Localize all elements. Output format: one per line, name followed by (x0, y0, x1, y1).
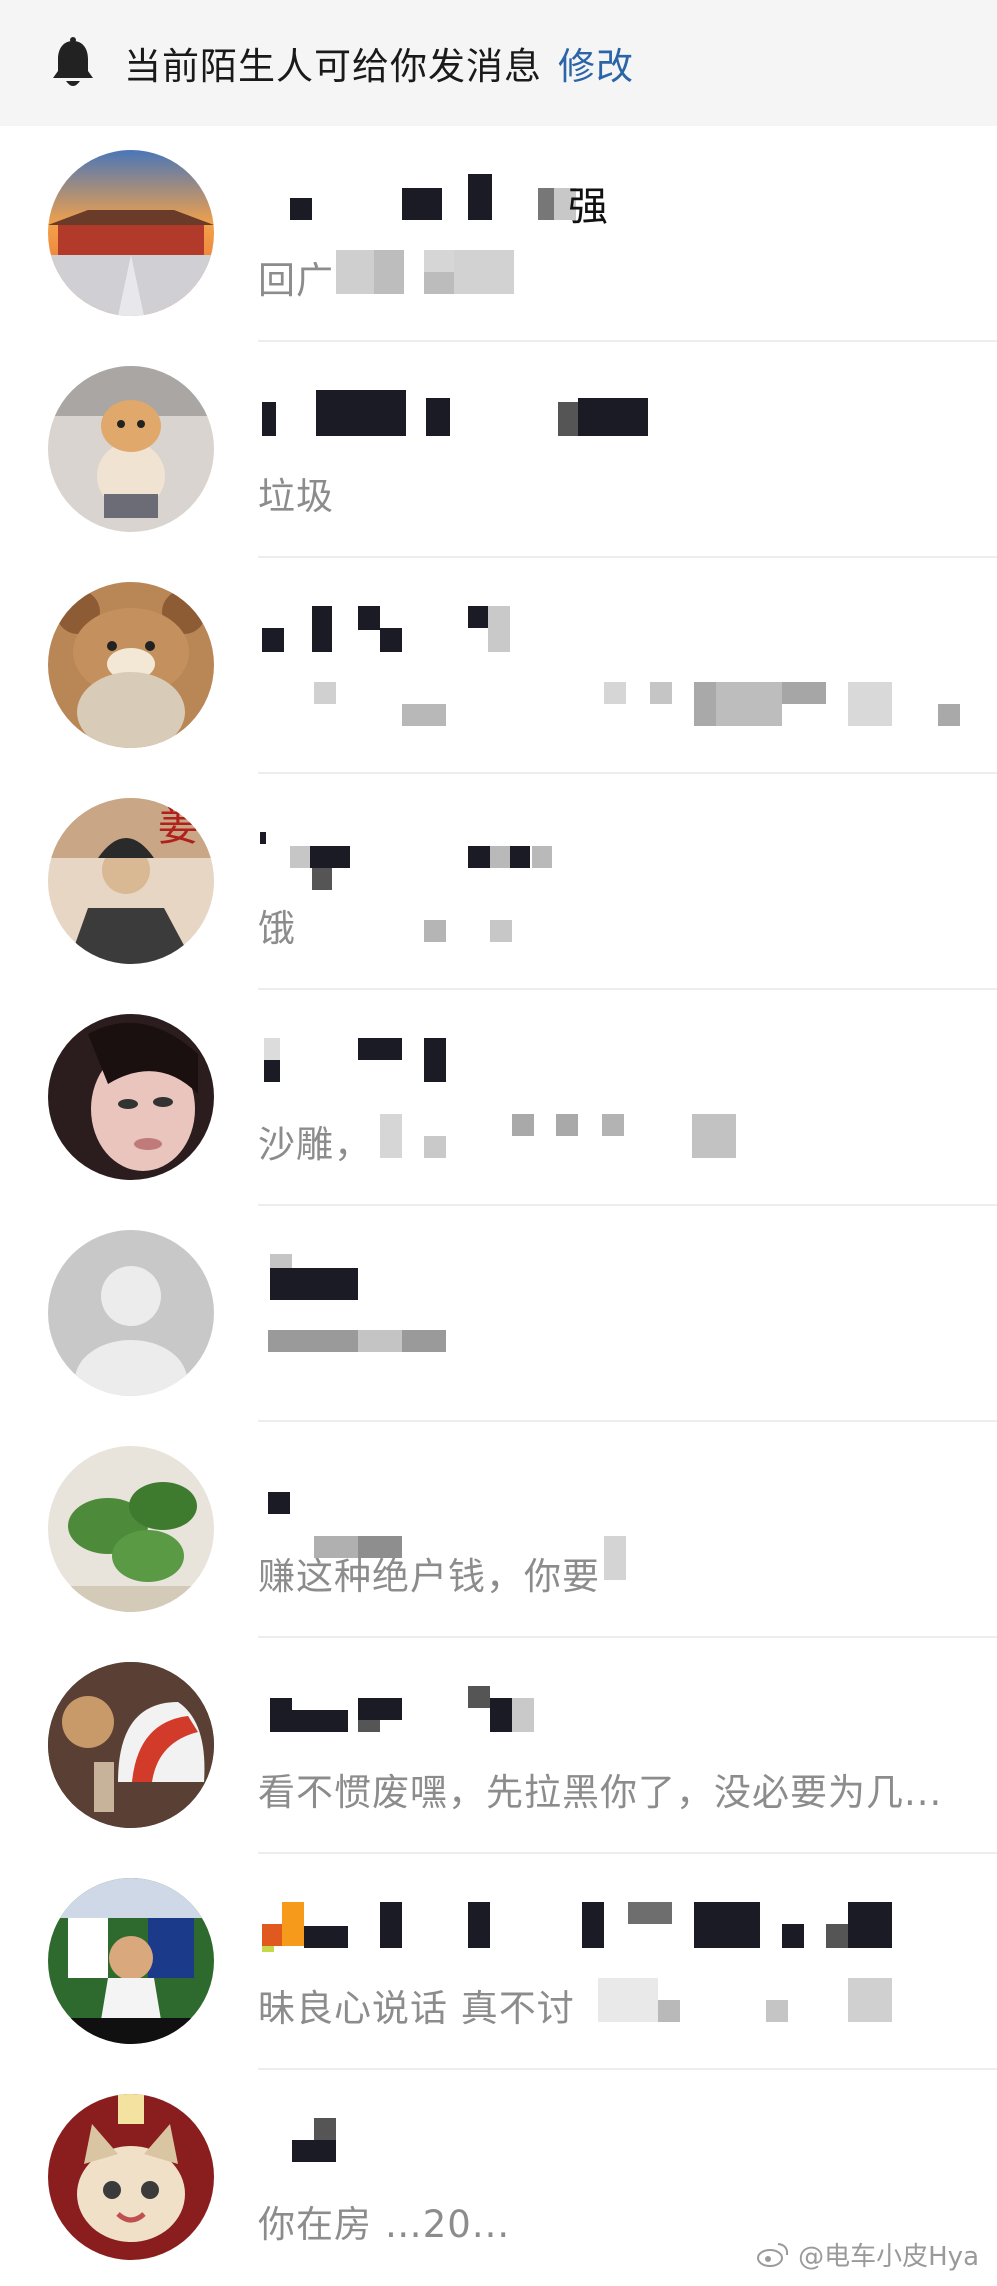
svg-text:姜: 姜 (158, 804, 198, 850)
chat-preview: 昧良心说话 真不讨 (258, 1978, 892, 2030)
chat-preview: 你在房 …20... (258, 2203, 511, 2246)
painting-avatar-icon: 姜 (48, 798, 214, 964)
default-person-avatar-icon (48, 1230, 214, 1396)
chat-row[interactable]: 垃圾 (0, 342, 997, 558)
girl-avatar-icon (48, 1014, 214, 1180)
chat-preview-text: 饿 (258, 907, 296, 950)
chat-row[interactable]: 昧良心说话 真不讨 (0, 1854, 997, 2070)
plant-avatar-icon (48, 1446, 214, 1612)
chat-preview: 沙雕， (258, 1114, 736, 1166)
chat-preview-text: 赚这种绝户钱，你要 (258, 1555, 600, 1598)
watermark-text: @电车小皮Hya (798, 2242, 979, 2272)
chat-row[interactable]: 看不惯废嘿，先拉黑你了，没必要为几... (0, 1638, 997, 1854)
palace-avatar-icon (48, 150, 214, 316)
football-avatar-icon (48, 1878, 214, 2044)
chat-preview: 垃圾 (258, 475, 334, 518)
chat-row[interactable] (0, 1206, 997, 1422)
chat-preview-text: 沙雕， (258, 1123, 372, 1166)
banner-text: 当前陌生人可给你发消息 (124, 45, 542, 88)
chat-row[interactable]: 强 回广 (0, 126, 997, 342)
cat-avatar-icon (48, 2094, 214, 2260)
stranger-message-banner: 当前陌生人可给你发消息 修改 (0, 0, 997, 126)
weibo-icon (757, 2242, 789, 2267)
modify-link[interactable]: 修改 (558, 36, 634, 90)
chat-list: 强 回广 垃圾 姜 饿 沙雕， 赚这种绝户钱，你要 看不惯废嘿，先拉黑你了，没必… (0, 126, 997, 2286)
chat-preview: 饿 (258, 898, 512, 950)
bell-icon (53, 37, 93, 86)
chat-row[interactable] (0, 558, 997, 774)
chat-row[interactable]: 姜 饿 (0, 774, 997, 990)
chat-preview-text: 回广 (258, 259, 334, 302)
chat-preview-text: 昧良心说话 真不讨 (258, 1987, 575, 2030)
helmet-avatar-icon (48, 1662, 214, 1828)
chat-row[interactable]: 赚这种绝户钱，你要 (0, 1422, 997, 1638)
chat-name-visible: 强 (568, 184, 608, 230)
weibo-watermark: @电车小皮Hya (756, 2236, 979, 2273)
bear-avatar-icon (48, 582, 214, 748)
chat-row[interactable]: 沙雕， (0, 990, 997, 1206)
chat-preview: 回广 (258, 250, 514, 302)
chat-preview: 看不惯废嘿，先拉黑你了，没必要为几... (258, 1771, 943, 1814)
dog-avatar-icon (48, 366, 214, 532)
chat-preview: 赚这种绝户钱，你要 (258, 1536, 626, 1598)
